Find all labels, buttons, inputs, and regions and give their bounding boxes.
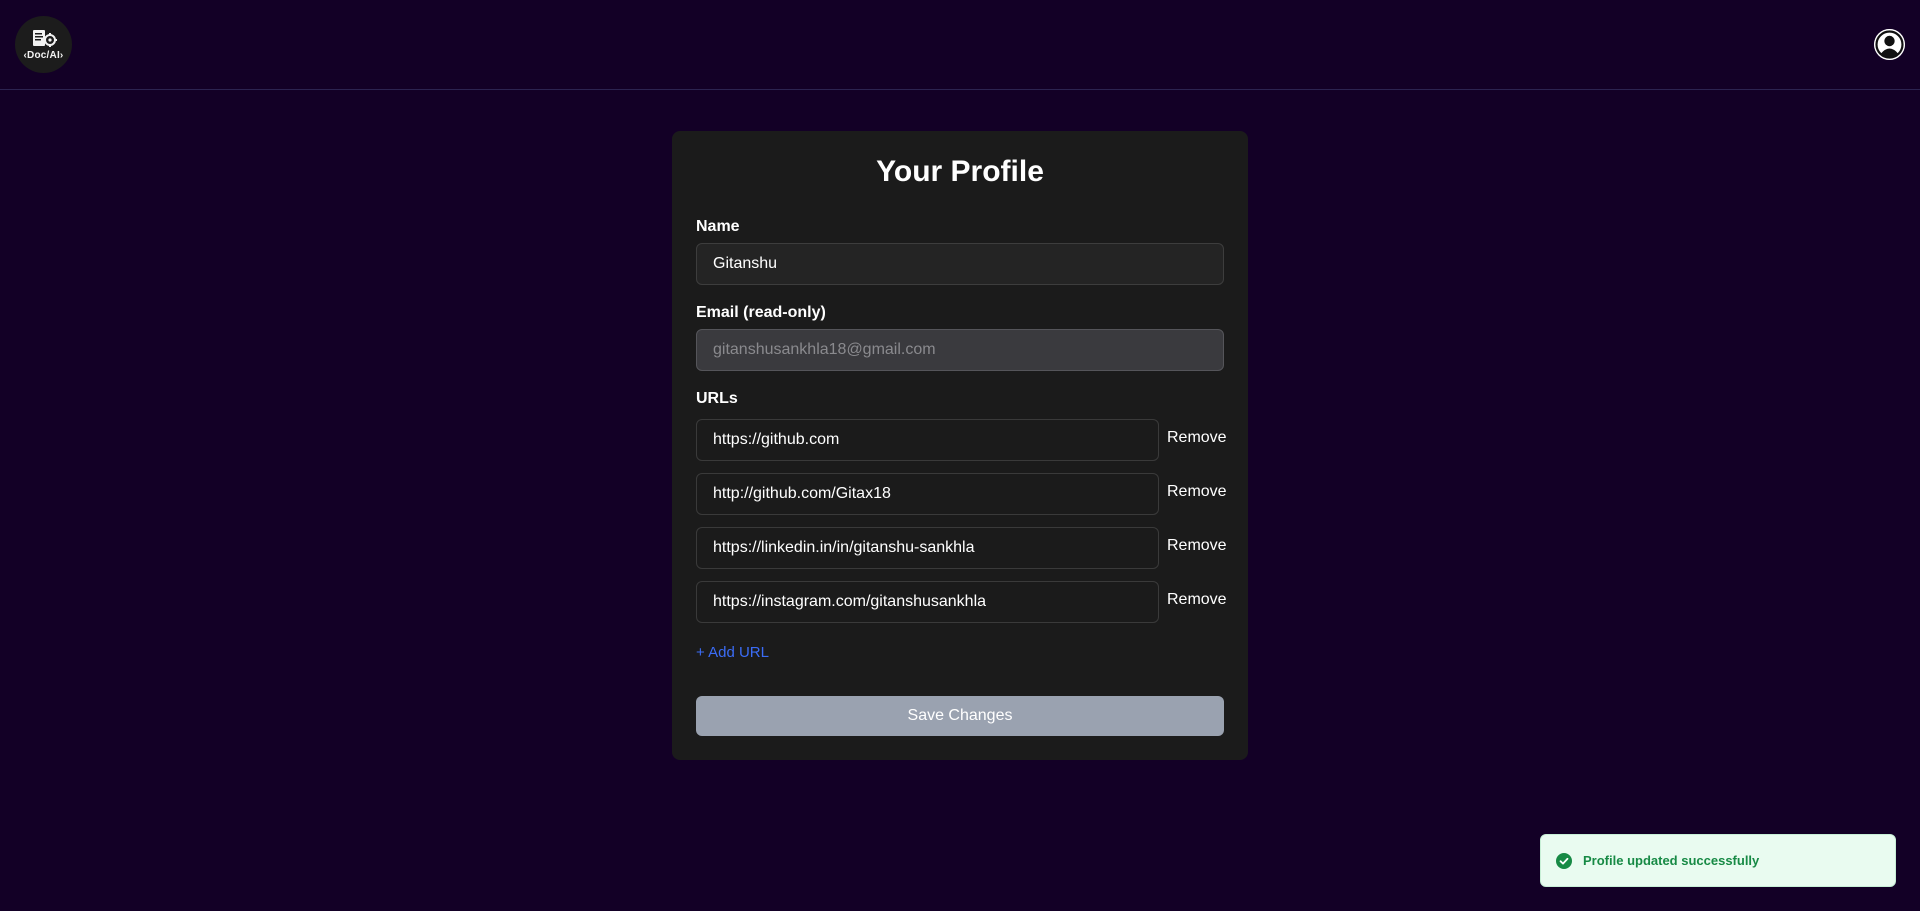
email-label: Email (read-only)	[696, 304, 826, 321]
top-navbar: ‹Doc/AI›	[0, 0, 1920, 90]
toast-message: Profile updated successfully	[1583, 853, 1760, 868]
url-input-1[interactable]: https://github.com	[696, 419, 1159, 461]
document-gear-icon	[32, 29, 57, 47]
app-logo[interactable]: ‹Doc/AI›	[15, 16, 72, 73]
check-circle-icon	[1556, 852, 1572, 869]
add-url-link[interactable]: + Add URL	[696, 644, 769, 661]
remove-url-button-1[interactable]: Remove	[1167, 429, 1227, 447]
remove-url-button-4[interactable]: Remove	[1167, 591, 1227, 609]
name-input[interactable]: Gitanshu	[696, 243, 1224, 285]
remove-url-button-2[interactable]: Remove	[1167, 483, 1227, 501]
user-avatar-icon	[1874, 29, 1905, 60]
remove-url-button-3[interactable]: Remove	[1167, 537, 1227, 555]
page-title: Your Profile	[876, 155, 1044, 188]
name-label: Name	[696, 218, 740, 235]
url-input-2[interactable]: http://github.com/Gitax18	[696, 473, 1159, 515]
logo-text: ‹Doc/AI›	[23, 49, 64, 61]
profile-card: Your Profile Name Gitanshu Email (read-o…	[672, 131, 1248, 760]
success-toast: Profile updated successfully	[1540, 834, 1896, 887]
user-avatar-button[interactable]	[1874, 29, 1905, 60]
url-input-4[interactable]: https://instagram.com/gitanshusankhla	[696, 581, 1159, 623]
email-field: gitanshusankhla18@gmail.com	[696, 329, 1224, 371]
save-changes-button[interactable]: Save Changes	[696, 696, 1224, 736]
url-input-3[interactable]: https://linkedin.in/in/gitanshu-sankhla	[696, 527, 1159, 569]
urls-label: URLs	[696, 390, 738, 407]
